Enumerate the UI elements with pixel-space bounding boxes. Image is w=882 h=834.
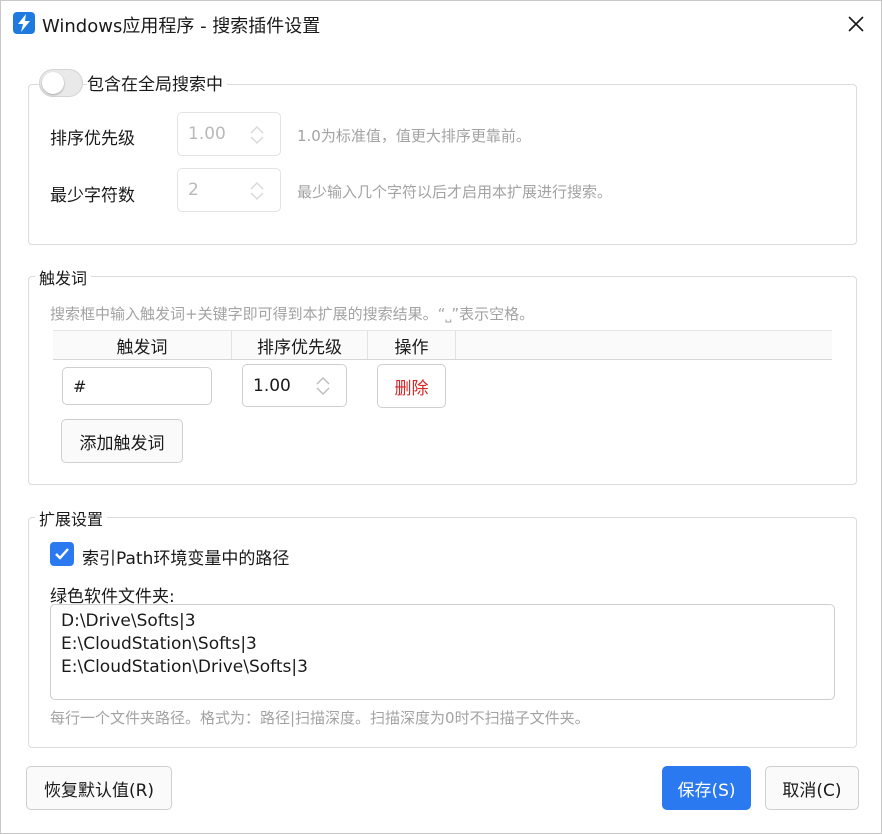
close-button[interactable] xyxy=(837,7,875,41)
min-chars-label: 最少字符数 xyxy=(50,186,135,206)
folder-line: E:\CloudStation\Softs|3 xyxy=(61,634,257,654)
save-button[interactable]: 保存(S) xyxy=(662,766,751,810)
global-search-toggle-label: 包含在全局搜索中 xyxy=(87,70,227,95)
index-path-checkbox[interactable] xyxy=(50,542,74,566)
folder-line: E:\CloudStation\Drive\Softs|3 xyxy=(61,657,308,677)
triggers-group-title: 触发词 xyxy=(35,265,92,289)
folder-line: D:\Drive\Softs|3 xyxy=(61,611,196,631)
min-chars-hint: 最少输入几个字符以后才启用本扩展进行搜索。 xyxy=(297,183,613,201)
window-title: Windows应用程序 - 搜索插件设置 xyxy=(42,16,321,37)
min-chars-value: 2 xyxy=(188,180,199,200)
toggle-knob xyxy=(42,72,64,94)
priority-input[interactable]: 1.00 xyxy=(177,112,281,156)
cancel-button[interactable]: 取消(C) xyxy=(765,766,859,810)
delete-trigger-button[interactable]: 删除 xyxy=(377,364,446,408)
priority-value: 1.00 xyxy=(188,124,226,144)
triggers-hint: 搜索框中输入触发词+关键字即可得到本扩展的搜索结果。“⎵”表示空格。 xyxy=(50,305,535,323)
trigger-input[interactable]: # xyxy=(62,367,212,405)
index-path-label: 索引Path环境变量中的路径 xyxy=(82,549,290,569)
trigger-priority-input[interactable]: 1.00 xyxy=(242,364,347,407)
spinner-icon xyxy=(250,182,264,200)
global-search-group xyxy=(28,84,857,245)
extension-settings-group-title: 扩展设置 xyxy=(35,506,108,530)
triggers-table-header: 触发词 排序优先级 操作 xyxy=(53,330,832,360)
priority-hint: 1.0为标准值，值更大排序更靠前。 xyxy=(297,127,531,145)
close-icon xyxy=(848,16,864,32)
checkmark-icon xyxy=(55,548,69,560)
column-header-action: 操作 xyxy=(368,331,456,359)
min-chars-input[interactable]: 2 xyxy=(177,168,281,212)
reset-defaults-button[interactable]: 恢复默认值(R) xyxy=(26,766,172,810)
priority-label: 排序优先级 xyxy=(50,129,135,149)
spinner-icon xyxy=(250,126,264,144)
column-header-priority: 排序优先级 xyxy=(232,331,368,359)
settings-dialog: Windows应用程序 - 搜索插件设置 包含在全局搜索中 排序优先级 1.00… xyxy=(0,0,882,834)
trigger-priority-value: 1.00 xyxy=(253,375,291,396)
lightning-app-icon xyxy=(13,12,35,34)
spinner-icon[interactable] xyxy=(314,376,332,396)
global-search-toggle[interactable] xyxy=(39,69,83,97)
add-trigger-button[interactable]: 添加触发词 xyxy=(61,419,183,463)
folders-hint: 每行一个文件夹路径。格式为：路径|扫描深度。扫描深度为0时不扫描子文件夹。 xyxy=(50,709,590,727)
title-bar: Windows应用程序 - 搜索插件设置 xyxy=(1,1,881,45)
column-header-trigger: 触发词 xyxy=(53,331,232,359)
folders-textarea[interactable]: D:\Drive\Softs|3 E:\CloudStation\Softs|3… xyxy=(50,604,835,700)
